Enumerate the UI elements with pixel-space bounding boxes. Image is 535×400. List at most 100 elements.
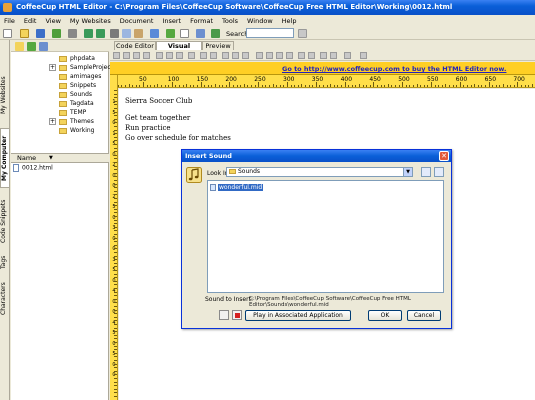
browser-icon[interactable] — [180, 29, 189, 38]
tree-folder[interactable]: phpdata — [59, 54, 95, 63]
chevron-down-icon[interactable]: ▼ — [403, 168, 412, 176]
tab-characters[interactable]: Characters — [0, 278, 10, 320]
copy-icon[interactable] — [122, 29, 131, 38]
format-icon[interactable] — [156, 52, 163, 59]
italic-icon[interactable] — [232, 52, 239, 59]
align-right-icon[interactable] — [276, 52, 283, 59]
justify-icon[interactable] — [286, 52, 293, 59]
expand-toggle[interactable]: + — [49, 64, 56, 71]
menu-document[interactable]: Document — [120, 17, 154, 25]
folder-up-icon[interactable] — [15, 42, 24, 51]
format-icon[interactable] — [123, 52, 130, 59]
ruler-tick — [521, 85, 522, 87]
align-left-icon[interactable] — [256, 52, 263, 59]
format-icon[interactable] — [113, 52, 120, 59]
tab-visual-editor[interactable]: Visual Editor — [156, 41, 202, 58]
tree-folder[interactable]: Tagdata — [59, 99, 94, 108]
new-file-icon[interactable] — [3, 29, 12, 38]
format-icon[interactable] — [176, 52, 183, 59]
menu-edit[interactable]: Edit — [24, 17, 37, 25]
stop-icon[interactable] — [232, 310, 242, 320]
tree-folder[interactable]: TEMP — [59, 108, 86, 117]
tab-preview[interactable]: Preview — [202, 41, 234, 50]
tree-folder[interactable]: Themes — [59, 117, 94, 126]
ruler-tick — [114, 198, 117, 199]
tab-tags[interactable]: Tags — [0, 252, 10, 272]
tools-icon[interactable] — [196, 29, 205, 38]
align-center-icon[interactable] — [266, 52, 273, 59]
format-icon[interactable] — [143, 52, 150, 59]
menu-help[interactable]: Help — [282, 17, 297, 25]
folder-icon — [59, 100, 67, 107]
spell-check-icon[interactable] — [360, 52, 367, 59]
play-in-app-button[interactable]: Play in Associated Application — [245, 310, 351, 321]
search-input[interactable] — [246, 28, 294, 38]
outdent-icon[interactable] — [320, 52, 327, 59]
undo-icon[interactable] — [84, 29, 93, 38]
flag-icon[interactable] — [219, 310, 229, 320]
list-item[interactable]: wonderful.mid — [210, 184, 264, 191]
find-icon[interactable] — [150, 29, 159, 38]
dialog-title-bar[interactable]: Insert Sound ✕ — [182, 150, 451, 162]
tree-folder[interactable]: amimages — [59, 72, 101, 81]
menu-file[interactable]: File — [4, 17, 15, 25]
format-icon[interactable] — [133, 52, 140, 59]
menu-format[interactable]: Format — [190, 17, 213, 25]
ruler-tick — [402, 82, 404, 87]
ok-button[interactable]: OK — [368, 310, 402, 321]
format-icon[interactable] — [200, 52, 207, 59]
menu-window[interactable]: Window — [247, 17, 273, 25]
tab-code-snippets[interactable]: Code Snippets — [0, 192, 10, 250]
open-folder-icon[interactable] — [20, 29, 29, 38]
tree-folder[interactable]: Snippets — [59, 81, 96, 90]
file-list-header[interactable]: Name ▼ — [11, 153, 109, 163]
new-folder-icon[interactable] — [434, 167, 444, 177]
tab-my-computer[interactable]: My Computer — [0, 128, 10, 188]
window-title-bar[interactable]: CoffeeCup HTML Editor - C:\Program Files… — [0, 0, 535, 15]
tab-my-websites[interactable]: My Websites — [0, 70, 10, 120]
validate-icon[interactable] — [166, 29, 175, 38]
indent-icon[interactable] — [330, 52, 337, 59]
upload-icon[interactable] — [52, 29, 61, 38]
document-line[interactable]: Go over schedule for matches — [125, 134, 231, 142]
save-icon[interactable] — [36, 29, 45, 38]
expand-toggle[interactable]: + — [49, 118, 56, 125]
format-icon[interactable] — [166, 52, 173, 59]
sound-file-list[interactable]: wonderful.mid — [207, 180, 444, 293]
document-line[interactable]: Get team together — [125, 114, 190, 122]
format-icon[interactable] — [188, 52, 195, 59]
up-folder-icon[interactable] — [421, 167, 431, 177]
format-icon[interactable] — [210, 52, 217, 59]
cancel-button[interactable]: Cancel — [407, 310, 441, 321]
look-in-select[interactable]: Sounds ▼ — [226, 167, 413, 177]
new-folder-icon[interactable] — [39, 42, 48, 51]
tree-folder[interactable]: Working — [59, 126, 94, 135]
menu-insert[interactable]: Insert — [162, 17, 181, 25]
paste-icon[interactable] — [134, 29, 143, 38]
buy-now-link[interactable]: Go to http://www.coffeecup.com to buy th… — [282, 65, 506, 73]
tab-code-editor[interactable]: Code Editor — [114, 41, 156, 50]
ruler-number: 600 — [455, 76, 468, 83]
tree-folder[interactable]: Sounds — [59, 90, 92, 99]
tree-folder[interactable]: SampleProjec — [59, 63, 111, 72]
dollar-icon[interactable] — [211, 29, 220, 38]
underline-icon[interactable] — [242, 52, 249, 59]
menu-tools[interactable]: Tools — [222, 17, 238, 25]
bold-icon[interactable] — [222, 52, 229, 59]
bullet-list-icon[interactable] — [298, 52, 305, 59]
file-list-item[interactable]: 0012.html — [13, 164, 53, 172]
numbered-list-icon[interactable] — [308, 52, 315, 59]
search-go-icon[interactable] — [298, 29, 307, 38]
refresh-icon[interactable] — [27, 42, 36, 51]
close-icon[interactable]: ✕ — [439, 151, 449, 161]
document-heading[interactable]: Sierra Soccer Club — [125, 97, 192, 105]
table-icon[interactable] — [344, 52, 351, 59]
menu-view[interactable]: View — [45, 17, 60, 25]
ruler-tick — [114, 378, 117, 379]
redo-icon[interactable] — [96, 29, 105, 38]
menu-my-websites[interactable]: My Websites — [70, 17, 111, 25]
cut-icon[interactable] — [110, 29, 119, 38]
print-icon[interactable] — [68, 29, 77, 38]
ruler-tick — [279, 85, 281, 87]
document-line[interactable]: Run practice — [125, 124, 171, 132]
